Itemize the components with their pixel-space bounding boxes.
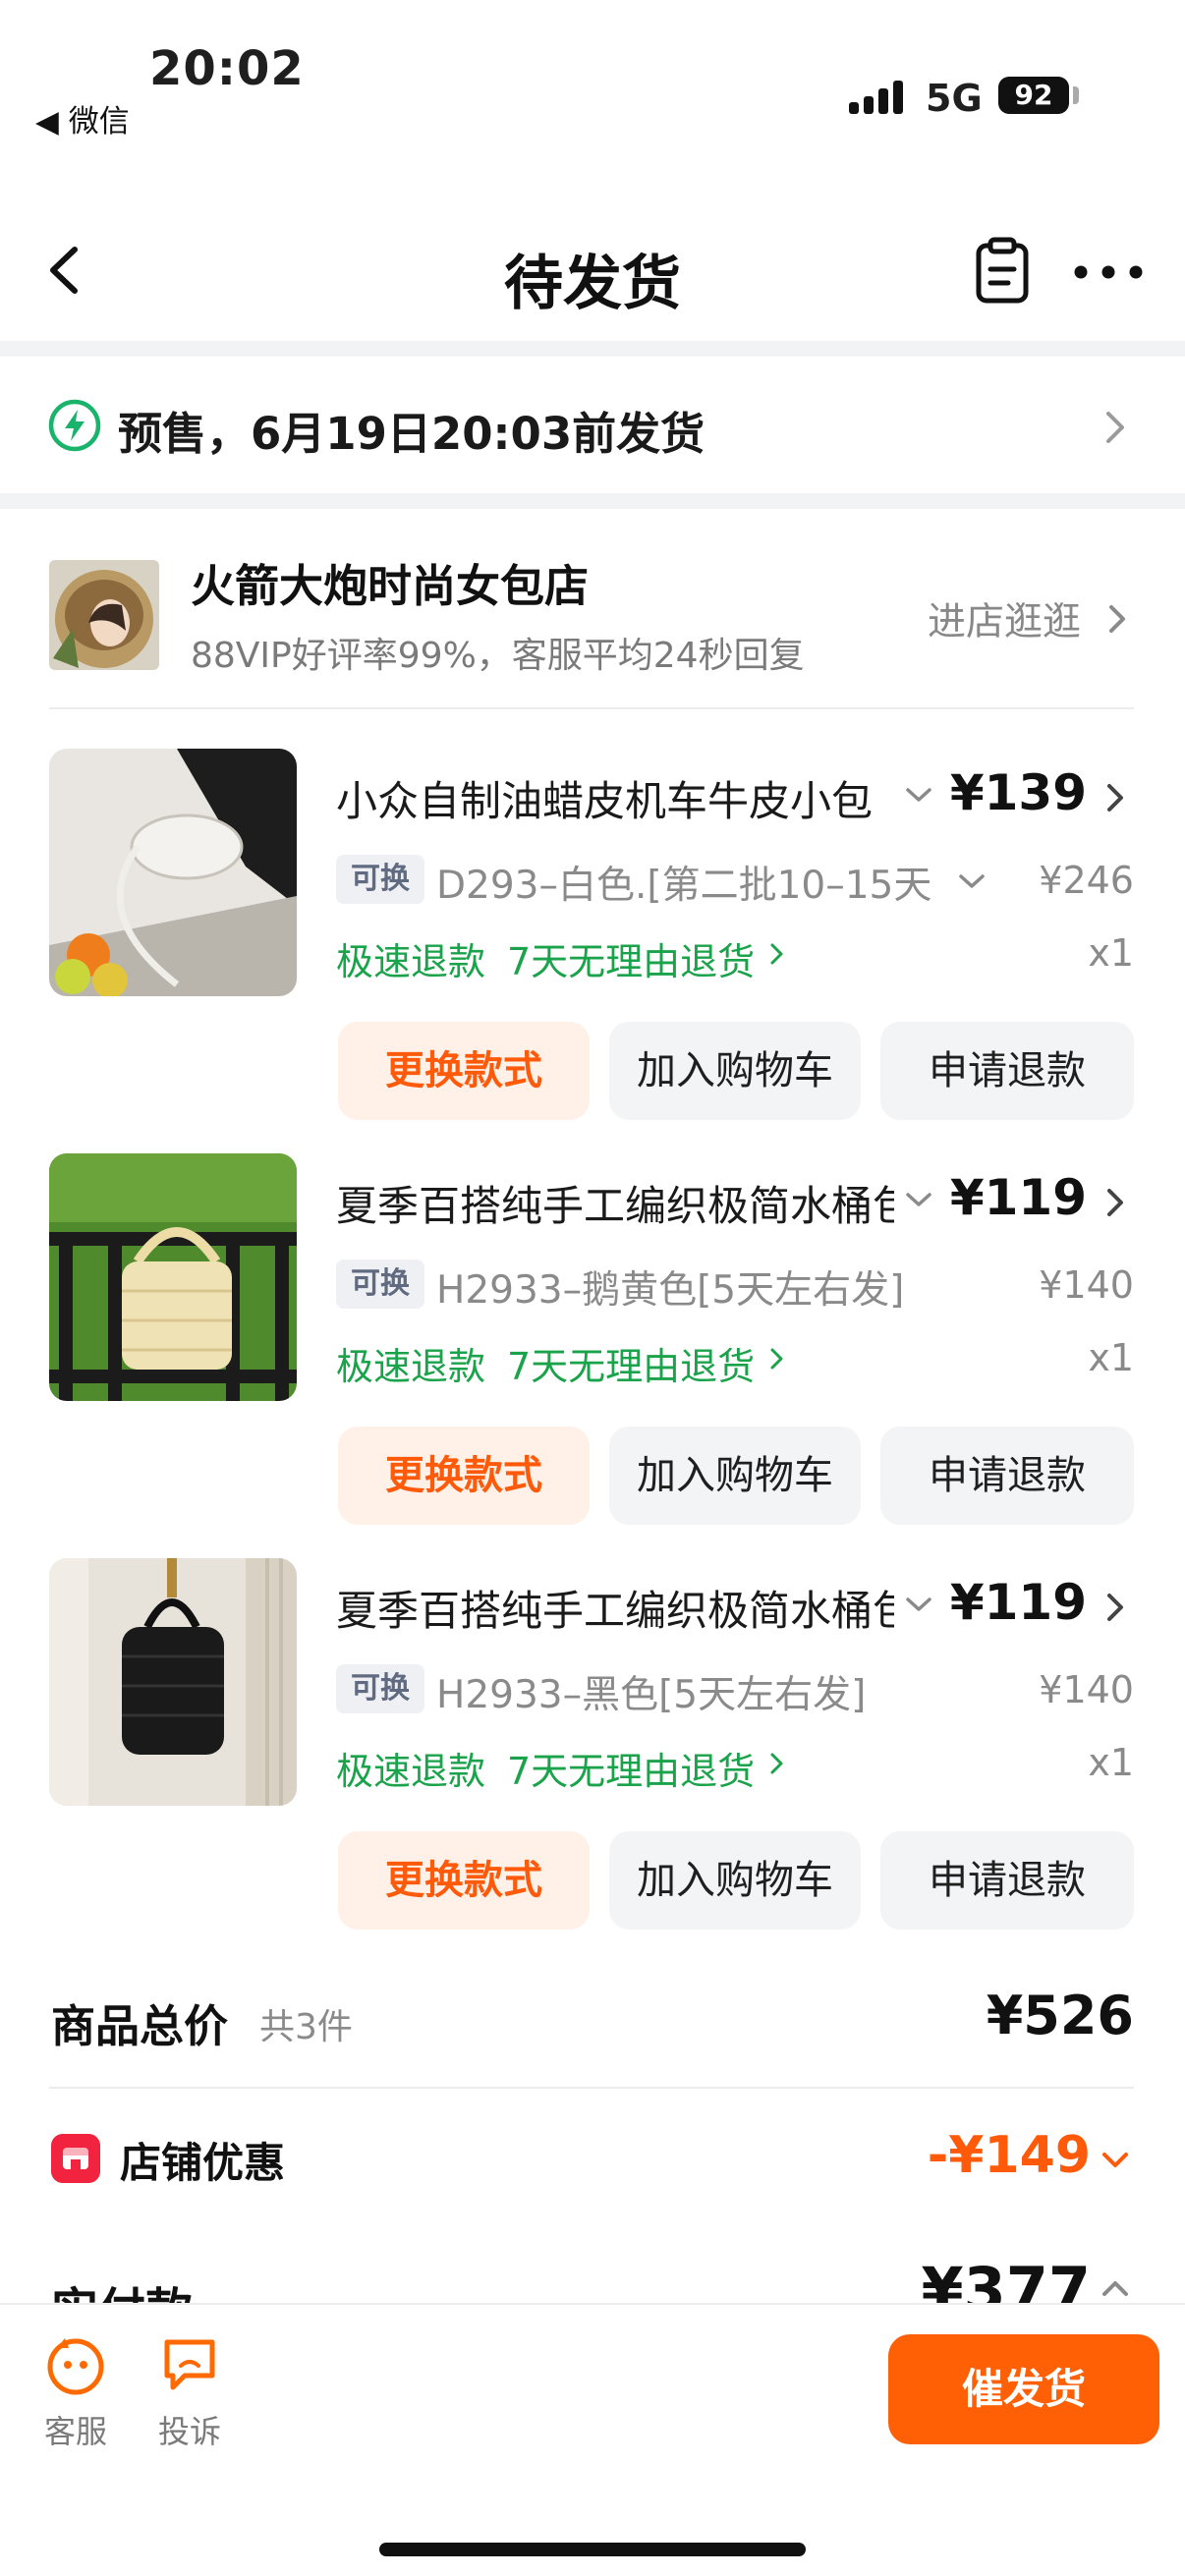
request-refund-button[interactable]: 申请退款 xyxy=(880,1022,1134,1120)
shop-discount-label: 店铺优惠 xyxy=(120,2139,286,2187)
swappable-tag: 可换 xyxy=(336,1664,424,1713)
fast-refund-label: 极速退款 xyxy=(336,1750,486,1793)
fast-refund-label: 极速退款 xyxy=(336,1345,486,1388)
item-quantity: x1 xyxy=(1088,931,1134,975)
customer-service-icon xyxy=(47,2338,104,2395)
shop-header: 火箭大炮时尚女包店 88VIP好评率99%，客服平均24秒回复 进店逛逛 xyxy=(0,521,1185,707)
item-title[interactable]: 夏季百搭纯手工编织极简水桶包 xyxy=(336,1578,894,1638)
lightning-bolt-icon xyxy=(48,399,101,452)
complaint-label: 投诉 xyxy=(157,2413,221,2450)
signal-icon xyxy=(849,79,906,114)
section-divider xyxy=(0,493,1185,509)
chevron-right-icon[interactable] xyxy=(1102,1588,1128,1627)
chevron-down-icon[interactable] xyxy=(902,1594,935,1615)
original-price: ¥140 xyxy=(1039,1263,1134,1307)
fast-refund-label: 极速退款 xyxy=(336,940,486,983)
chevron-right-icon[interactable] xyxy=(1102,778,1128,817)
urge-shipment-button[interactable]: 催发货 xyxy=(888,2334,1159,2444)
item-sku[interactable]: H2933–黑色[5天左右发] xyxy=(436,1664,933,1719)
chevron-down-icon xyxy=(1102,2153,1128,2167)
presale-text: 预售，6月19日20:03前发货 xyxy=(118,408,705,460)
shop-name[interactable]: 火箭大炮时尚女包店 xyxy=(191,550,589,614)
chevron-up-icon xyxy=(1102,2281,1128,2296)
product-image[interactable] xyxy=(49,1153,297,1401)
chevron-right-icon xyxy=(770,943,783,965)
chevron-right-icon[interactable] xyxy=(1102,1183,1128,1222)
home-indicator xyxy=(379,2543,806,2556)
change-style-button[interactable]: 更换款式 xyxy=(338,1427,590,1525)
swappable-tag: 可换 xyxy=(336,855,424,904)
customer-service-label: 客服 xyxy=(43,2413,107,2450)
status-time: 20:02 xyxy=(149,41,305,96)
original-price: ¥140 xyxy=(1039,1668,1134,1711)
original-price: ¥246 xyxy=(1039,859,1134,902)
request-refund-button[interactable]: 申请退款 xyxy=(880,1427,1134,1525)
visit-shop-link[interactable]: 进店逛逛 xyxy=(928,591,1081,646)
back-to-wechat-link[interactable]: ◀ 微信 xyxy=(35,96,130,140)
chevron-down-icon[interactable] xyxy=(902,1189,935,1210)
chevron-right-icon xyxy=(1106,412,1124,443)
item-title[interactable]: 夏季百搭纯手工编织极简水桶包 xyxy=(336,1173,894,1233)
item-sku[interactable]: H2933–鹅黄色[5天左右发] xyxy=(436,1260,933,1315)
change-style-button[interactable]: 更换款式 xyxy=(338,1022,590,1120)
item-price: ¥139 xyxy=(949,764,1087,821)
goods-total-value: ¥526 xyxy=(986,1985,1134,2046)
add-to-cart-button[interactable]: 加入购物车 xyxy=(609,1022,861,1120)
order-item: 小众自制油蜡皮机车牛皮小包 ¥139 可换 D293–白色.[第二批10–15天… xyxy=(0,749,1185,1153)
divider xyxy=(49,707,1134,709)
item-title[interactable]: 小众自制油蜡皮机车牛皮小包 xyxy=(336,768,894,828)
item-quantity: x1 xyxy=(1088,1741,1134,1784)
chevron-right-icon xyxy=(770,1348,783,1370)
battery-tip xyxy=(1073,86,1079,104)
order-item: 夏季百搭纯手工编织极简水桶包 ¥119 可换 H2933–黑色[5天左右发] ¥… xyxy=(0,1558,1185,1963)
nav-bar: 待发货 xyxy=(0,206,1185,334)
battery-icon: 92 xyxy=(998,77,1069,114)
product-image[interactable] xyxy=(49,1558,297,1806)
bottom-action-bar: 客服 投诉 催发货 xyxy=(0,2303,1185,2576)
chevron-down-icon[interactable] xyxy=(955,870,988,892)
divider xyxy=(49,2087,1134,2089)
item-price: ¥119 xyxy=(949,1574,1087,1631)
chevron-right-icon xyxy=(1109,605,1125,633)
item-sku[interactable]: D293–白色.[第二批10–15天 xyxy=(436,855,933,910)
request-refund-button[interactable]: 申请退款 xyxy=(880,1831,1134,1930)
seven-day-return-link[interactable]: 7天无理由退货 xyxy=(507,931,755,985)
seven-day-return-link[interactable]: 7天无理由退货 xyxy=(507,1741,755,1795)
add-to-cart-button[interactable]: 加入购物车 xyxy=(609,1831,861,1930)
presale-notice[interactable]: 预售，6月19日20:03前发货 xyxy=(0,359,1185,492)
goods-total-row: 商品总价 共3件 ¥526 xyxy=(0,1965,1185,2083)
swappable-tag: 可换 xyxy=(336,1260,424,1309)
shop-discount-icon xyxy=(51,2134,100,2183)
change-style-button[interactable]: 更换款式 xyxy=(338,1831,590,1930)
goods-total-label: 商品总价 xyxy=(51,2000,229,2052)
chevron-right-icon xyxy=(770,1753,783,1774)
complaint-button[interactable]: 投诉 xyxy=(145,2334,234,2452)
add-to-cart-button[interactable]: 加入购物车 xyxy=(609,1427,861,1525)
customer-service-button[interactable]: 客服 xyxy=(31,2334,120,2452)
chevron-down-icon[interactable] xyxy=(902,784,935,806)
status-bar: 20:02 ◀ 微信 5G 92 xyxy=(0,0,1185,157)
shop-stats: 88VIP好评率99%，客服平均24秒回复 xyxy=(191,636,805,676)
order-list-icon[interactable] xyxy=(971,236,1034,307)
product-image[interactable] xyxy=(49,749,297,996)
seven-day-return-link[interactable]: 7天无理由退货 xyxy=(507,1336,755,1390)
goods-count: 共3件 xyxy=(259,2007,353,2047)
order-item: 夏季百搭纯手工编织极简水桶包 ¥119 可换 H2933–鹅黄色[5天左右发] … xyxy=(0,1153,1185,1558)
shop-avatar[interactable] xyxy=(49,560,159,670)
item-price: ¥119 xyxy=(949,1169,1087,1226)
shop-discount-value: -¥149 xyxy=(927,2126,1091,2185)
item-quantity: x1 xyxy=(1088,1336,1134,1379)
more-options-icon[interactable] xyxy=(1071,246,1146,299)
paid-amount-row[interactable]: 实付款 ¥377 xyxy=(0,2230,1185,2309)
section-divider xyxy=(0,341,1185,357)
paid-amount-value: ¥377 xyxy=(921,2254,1091,2309)
network-label: 5G xyxy=(926,77,983,120)
complaint-icon xyxy=(164,2339,215,2390)
shop-discount-row[interactable]: 店铺优惠 -¥149 xyxy=(0,2112,1185,2230)
